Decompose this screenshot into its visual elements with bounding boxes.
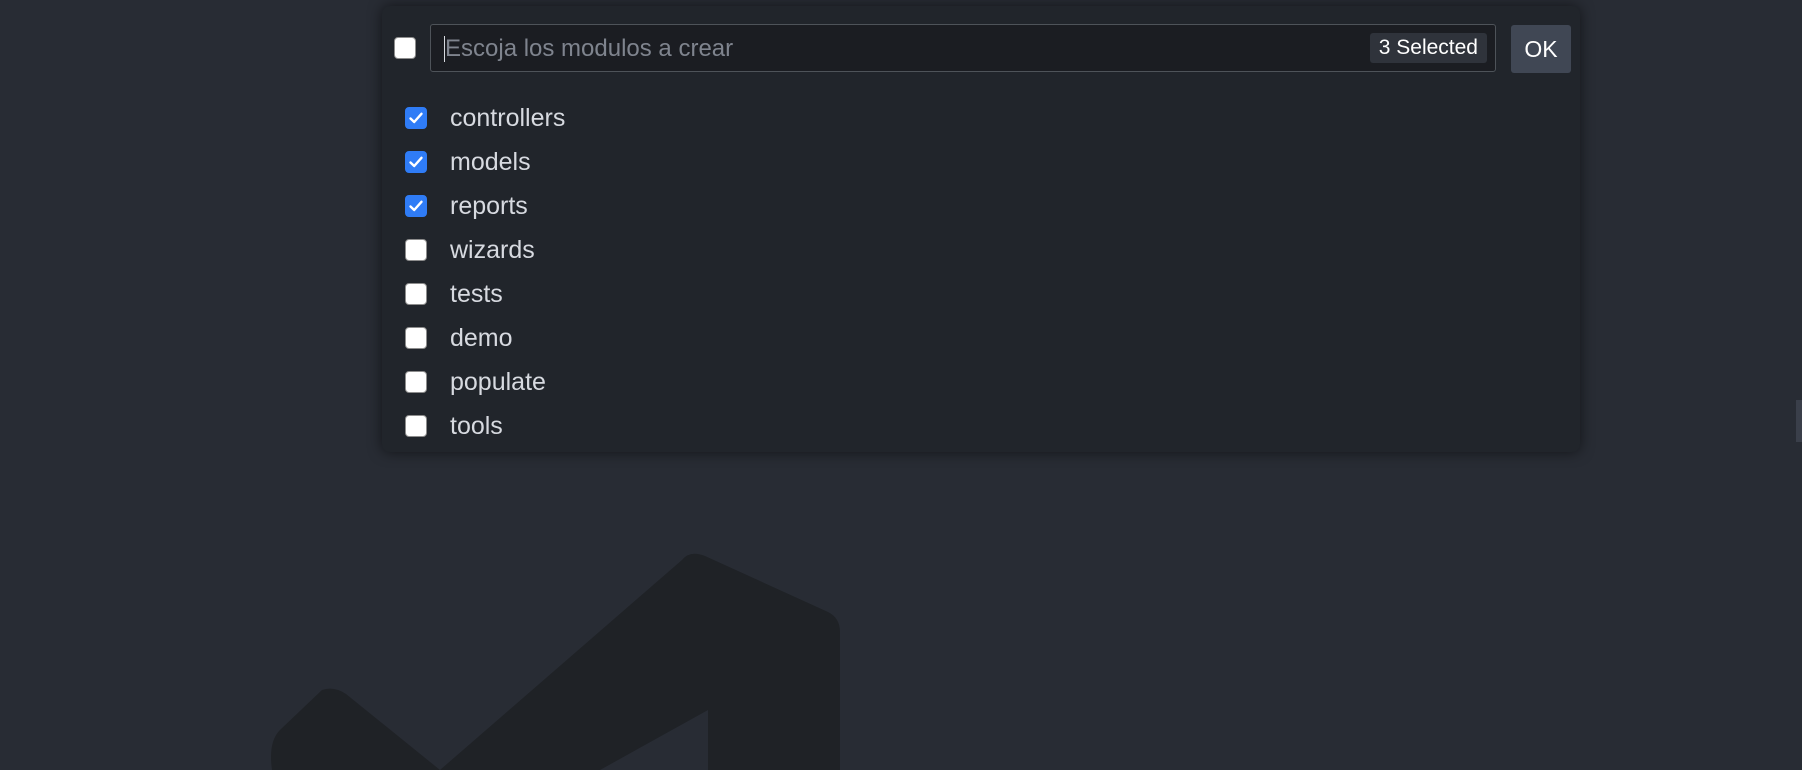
option-label: demo	[450, 324, 513, 352]
option-checkbox[interactable]	[405, 283, 427, 305]
option-label: tests	[450, 280, 503, 308]
option-label: populate	[450, 368, 546, 396]
option-wizards[interactable]: wizards	[382, 228, 1580, 272]
vscode-logo-shape	[440, 553, 840, 770]
text-cursor	[444, 36, 445, 62]
option-label: reports	[450, 192, 528, 220]
option-models[interactable]: models	[382, 140, 1580, 184]
options-list: controllers models reports wizards tests demo…	[382, 96, 1580, 448]
option-checkbox[interactable]	[405, 327, 427, 349]
option-controllers[interactable]: controllers	[382, 96, 1580, 140]
quick-pick-widget: 3 Selected OK controllers models reports wi…	[382, 6, 1580, 452]
check-icon	[409, 156, 423, 168]
quick-pick-header: 3 Selected OK	[382, 6, 1580, 92]
option-checkbox[interactable]	[405, 151, 427, 173]
editor-area: 3 Selected OK controllers models reports wi…	[0, 0, 1802, 770]
check-icon	[409, 112, 423, 124]
option-label: wizards	[450, 236, 535, 264]
option-checkbox[interactable]	[405, 415, 427, 437]
option-populate[interactable]: populate	[382, 360, 1580, 404]
filter-box[interactable]: 3 Selected	[430, 24, 1496, 73]
option-demo[interactable]: demo	[382, 316, 1580, 360]
filter-input[interactable]	[443, 25, 1347, 73]
select-all-checkbox[interactable]	[394, 37, 416, 59]
option-label: models	[450, 148, 531, 176]
option-tools[interactable]: tools	[382, 404, 1580, 448]
option-checkbox[interactable]	[405, 239, 427, 261]
option-checkbox[interactable]	[405, 195, 427, 217]
option-checkbox[interactable]	[405, 107, 427, 129]
option-tests[interactable]: tests	[382, 272, 1580, 316]
vscode-logo-shape-left	[271, 688, 440, 770]
option-label: controllers	[450, 104, 566, 132]
option-reports[interactable]: reports	[382, 184, 1580, 228]
selected-count-badge: 3 Selected	[1369, 33, 1487, 63]
ok-button[interactable]: OK	[1511, 25, 1571, 73]
minimap-slider[interactable]	[1796, 400, 1802, 442]
check-icon	[409, 200, 423, 212]
option-checkbox[interactable]	[405, 371, 427, 393]
option-label: tools	[450, 412, 503, 440]
